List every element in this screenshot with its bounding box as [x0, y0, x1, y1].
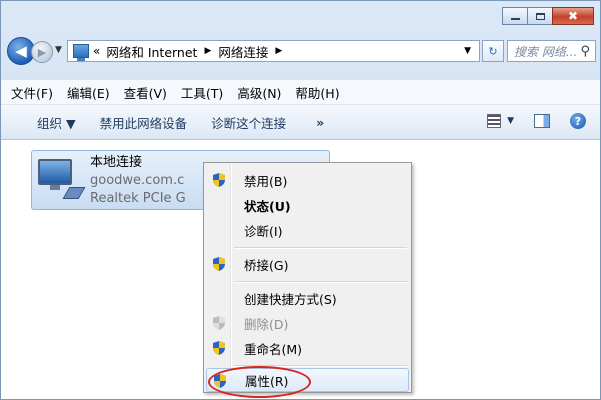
explorer-window: ✖ ◀ ▶ ▼ « 网络和 Internet ▶ 网络连接 ▶ ▼ ↻ 搜索 网… — [0, 0, 601, 400]
diagnose-button[interactable]: 诊断这个连接 — [211, 113, 286, 132]
menu-separator — [234, 247, 407, 249]
back-arrow-icon: ◀ — [15, 42, 27, 60]
change-view-icon[interactable] — [487, 114, 502, 128]
uac-shield-icon — [213, 341, 225, 355]
ctx-label: 状态(U) — [244, 198, 291, 214]
menu-edit[interactable]: 编辑(E) — [60, 83, 117, 102]
ctx-item-create-shortcut[interactable]: 创建快捷方式(S) — [206, 286, 409, 310]
refresh-icon: ↻ — [488, 44, 498, 58]
menu-help[interactable]: 帮助(H) — [288, 83, 346, 102]
maximize-button[interactable] — [527, 7, 553, 25]
breadcrumb-separator-icon[interactable]: ▶ — [275, 46, 282, 56]
navigation-row: ◀ ▶ ▼ « 网络和 Internet ▶ 网络连接 ▶ ▼ ↻ 搜索 网络.… — [7, 37, 596, 67]
address-bar[interactable]: « 网络和 Internet ▶ 网络连接 ▶ ▼ — [67, 40, 480, 62]
menu-separator — [234, 281, 407, 283]
more-commands-button[interactable]: » — [316, 115, 324, 130]
ctx-item-properties[interactable]: 属性(R) — [206, 368, 409, 392]
uac-shield-icon — [213, 316, 225, 330]
recent-pages-dropdown[interactable]: ▼ — [55, 45, 62, 55]
ctx-item-disable[interactable]: 禁用(B) — [206, 168, 409, 192]
refresh-button[interactable]: ↻ — [482, 40, 504, 62]
breadcrumb-network-internet[interactable]: 网络和 Internet — [106, 42, 197, 61]
minimize-icon — [510, 18, 520, 20]
preview-pane-icon[interactable] — [534, 114, 550, 128]
breadcrumb-network-connections[interactable]: 网络连接 — [218, 42, 268, 61]
command-bar: 组织 ▼ 禁用此网络设备 诊断这个连接 » ▼ ? — [1, 105, 600, 140]
search-input[interactable]: 搜索 网络... ⚲ — [507, 40, 596, 62]
breadcrumb-separator-icon[interactable]: ▶ — [204, 46, 211, 56]
help-icon[interactable]: ? — [570, 113, 586, 129]
ctx-label: 桥接(G) — [244, 257, 289, 273]
menu-separator — [234, 365, 407, 367]
organize-button[interactable]: 组织 ▼ — [37, 113, 76, 132]
ctx-label: 创建快捷方式(S) — [244, 291, 337, 307]
search-icon[interactable]: ⚲ — [580, 44, 590, 59]
connection-name: 本地连接 — [90, 155, 143, 170]
ctx-item-diagnose[interactable]: 诊断(I) — [206, 218, 409, 242]
uac-shield-icon — [213, 257, 225, 271]
connection-network: goodwe.com.c — [90, 173, 185, 188]
menu-tools[interactable]: 工具(T) — [174, 83, 230, 102]
ctx-label: 禁用(B) — [244, 173, 288, 189]
ctx-label: 重命名(M) — [244, 341, 303, 357]
caption-buttons: ✖ — [502, 7, 594, 25]
disable-device-button[interactable]: 禁用此网络设备 — [100, 113, 188, 132]
address-overflow-chevron[interactable]: « — [93, 44, 100, 58]
address-dropdown-icon[interactable]: ▼ — [464, 46, 471, 56]
minimize-button[interactable] — [502, 7, 528, 25]
context-menu: 禁用(B) 状态(U) 诊断(I) 桥接(G) 创建快捷方式(S) 删除(D) … — [203, 162, 412, 393]
forward-button[interactable]: ▶ — [31, 41, 53, 63]
menu-view[interactable]: 查看(V) — [117, 83, 174, 102]
ctx-item-status[interactable]: 状态(U) — [206, 193, 409, 217]
close-icon: ✖ — [567, 9, 579, 23]
ctx-label: 属性(R) — [245, 373, 289, 389]
ctx-label: 删除(D) — [244, 316, 289, 332]
menu-advanced[interactable]: 高级(N) — [230, 83, 288, 102]
ctx-item-delete: 删除(D) — [206, 311, 409, 335]
command-bar-right: ▼ ? — [487, 113, 586, 129]
ctx-label: 诊断(I) — [244, 223, 283, 239]
search-placeholder: 搜索 网络... — [514, 44, 578, 59]
ctx-item-bridge[interactable]: 桥接(G) — [206, 252, 409, 276]
menu-bar: 文件(F) 编辑(E) 查看(V) 工具(T) 高级(N) 帮助(H) — [1, 80, 600, 105]
view-options-dropdown[interactable]: ▼ — [507, 116, 514, 126]
maximize-icon — [535, 12, 545, 20]
forward-arrow-icon: ▶ — [37, 45, 47, 59]
close-button[interactable]: ✖ — [552, 7, 594, 25]
connection-adapter: Realtek PCIe G — [90, 191, 186, 206]
uac-shield-icon — [213, 173, 225, 187]
network-folder-icon — [73, 44, 89, 61]
network-adapter-icon — [38, 159, 86, 203]
ctx-item-rename[interactable]: 重命名(M) — [206, 336, 409, 360]
menu-file[interactable]: 文件(F) — [1, 83, 60, 102]
uac-shield-icon — [214, 374, 226, 388]
